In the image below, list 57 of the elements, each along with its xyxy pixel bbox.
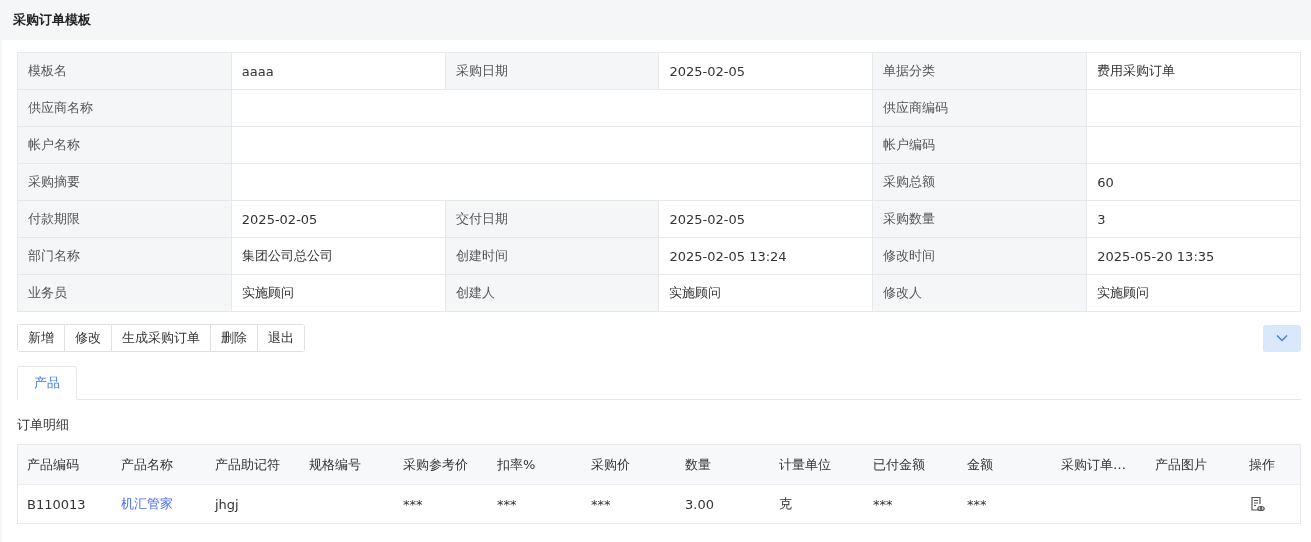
field-label: 采购数量 [873, 201, 1088, 238]
section-title: 订单明细 [17, 416, 70, 434]
column-header: 产品图片 [1154, 455, 1208, 474]
column-header: 计量单位 [778, 455, 832, 474]
table-cell: *** [873, 496, 893, 512]
field-label: 创建时间 [445, 238, 660, 275]
field-label: 采购摘要 [18, 164, 232, 201]
table-cell: B110013 [27, 496, 86, 512]
product-link[interactable]: 机汇管家 [121, 495, 173, 513]
field-label: 部门名称 [18, 238, 232, 275]
toolbar-button[interactable]: 新增 [18, 325, 65, 351]
table-cell: *** [497, 496, 517, 512]
field-label: 修改人 [873, 275, 1088, 312]
column-header: 扣率% [496, 455, 537, 474]
field-value: 3 [1087, 201, 1301, 238]
field-label: 供应商名称 [18, 90, 232, 127]
column-header: 采购价 [590, 455, 631, 474]
field-value: 2025-05-20 13:35 [1087, 238, 1301, 275]
tab[interactable]: 产品 [17, 366, 77, 400]
table-cell: 克 [779, 495, 792, 513]
field-label: 供应商编码 [873, 90, 1088, 127]
column-header: 产品编码 [26, 455, 80, 474]
view-document-icon[interactable] [1249, 496, 1265, 512]
field-value: 实施顾问 [231, 275, 446, 312]
chevron-down-icon [1276, 334, 1288, 342]
table-cell: *** [967, 496, 987, 512]
field-value: 实施顾问 [1087, 275, 1301, 312]
field-value: aaaa [231, 53, 446, 90]
field-label: 交付日期 [445, 201, 660, 238]
column-header: 采购参考价 [402, 455, 469, 474]
column-header: 产品名称 [120, 455, 174, 474]
column-header: 已付金额 [872, 455, 926, 474]
field-value: 集团公司总公司 [231, 238, 446, 275]
table-cell: 3.00 [685, 496, 714, 512]
field-label: 模板名 [18, 53, 232, 90]
column-header: 数量 [684, 455, 712, 474]
column-header: 采购订单… [1060, 455, 1127, 474]
column-header: 操作 [1248, 455, 1276, 474]
table-cell: jhgj [215, 496, 239, 512]
field-value: 2025-02-05 [231, 201, 446, 238]
field-label: 业务员 [18, 275, 232, 312]
field-value: 费用采购订单 [1087, 53, 1301, 90]
table-cell: *** [403, 496, 423, 512]
field-label: 修改时间 [873, 238, 1088, 275]
column-header: 金额 [966, 455, 994, 474]
field-label: 创建人 [445, 275, 660, 312]
column-header: 产品助记符 [214, 455, 281, 474]
field-label: 帐户编码 [873, 127, 1088, 164]
field-label: 帐户名称 [18, 127, 232, 164]
page-title: 采购订单模板 [13, 11, 91, 29]
field-label: 付款期限 [18, 201, 232, 238]
field-label: 单据分类 [873, 53, 1088, 90]
field-value: 60 [1087, 164, 1301, 201]
field-label: 采购日期 [445, 53, 660, 90]
field-label: 采购总额 [873, 164, 1088, 201]
column-header: 规格编号 [308, 455, 362, 474]
table-cell: *** [591, 496, 611, 512]
